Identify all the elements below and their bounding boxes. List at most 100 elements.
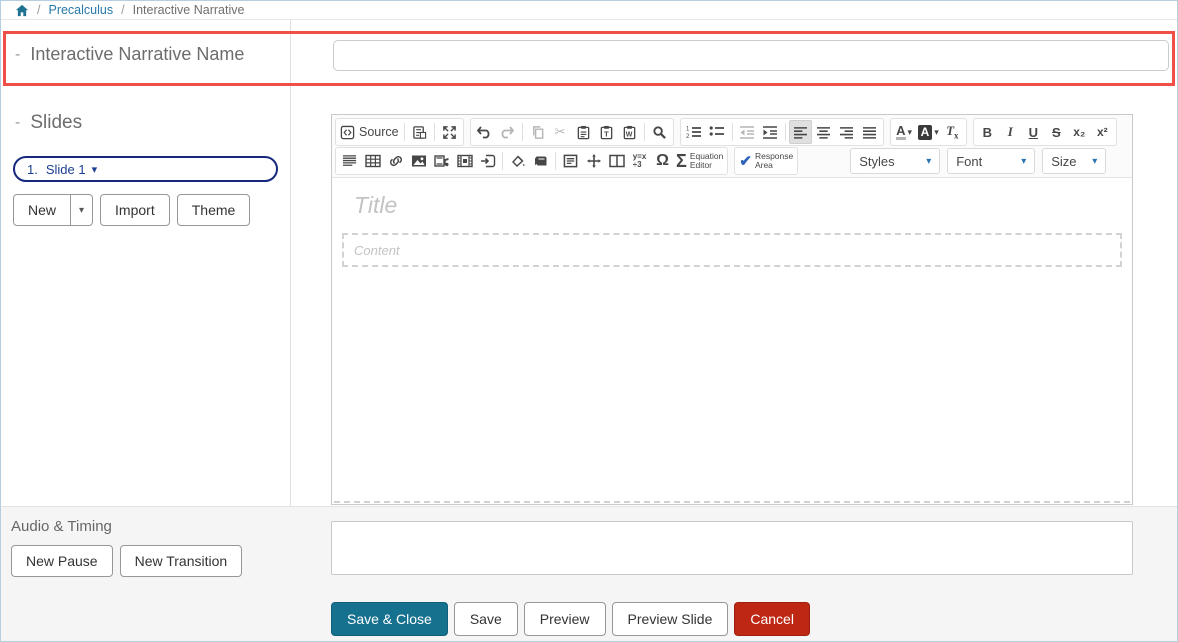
equation-editor-button[interactable]: Σ Equation Editor (674, 149, 725, 173)
main-area: - Slides 1. Slide 1 ▾ New ▾ Import Theme (1, 86, 1177, 506)
image-icon[interactable] (407, 149, 430, 173)
svg-text:1: 1 (686, 127, 690, 133)
bulleted-list-icon[interactable] (706, 120, 729, 144)
text-color-button[interactable]: A ▾ (893, 120, 916, 144)
video-icon[interactable] (453, 149, 476, 173)
interactive-narrative-editor-page: / Precalculus / Interactive Narrative - … (0, 0, 1178, 642)
chevron-down-icon: ▾ (908, 127, 913, 138)
italic-icon[interactable]: I (999, 120, 1022, 144)
new-slide-button[interactable]: New (13, 194, 71, 226)
line-spacing-icon[interactable] (338, 149, 361, 173)
content-dropzone[interactable]: Content (342, 233, 1122, 267)
source-button[interactable]: Source (338, 120, 401, 144)
subscript-icon[interactable]: x₂ (1068, 120, 1091, 144)
source-label: Source (359, 125, 399, 139)
svg-text:T: T (604, 129, 609, 138)
editor-toolbar: Source (332, 115, 1132, 178)
svg-text:W: W (625, 131, 632, 138)
response-area-button[interactable]: ✔ Response Area (737, 149, 795, 173)
outdent-icon[interactable] (736, 120, 759, 144)
paste-text-icon[interactable]: T (595, 120, 618, 144)
align-right-icon[interactable] (835, 120, 858, 144)
maximize-icon[interactable] (438, 120, 461, 144)
audio-timing-title: Audio & Timing (11, 518, 112, 535)
breadcrumb-separator: / (121, 3, 124, 17)
fill-style-icon[interactable] (506, 149, 529, 173)
redo-icon[interactable] (496, 120, 519, 144)
editor-bottom-dropzone (334, 501, 1130, 503)
media-icon[interactable] (430, 149, 453, 173)
remove-format-icon[interactable]: Tx (941, 120, 964, 144)
size-select[interactable]: Size ▾ (1042, 148, 1106, 174)
checkmark-icon: ✔ (739, 152, 752, 170)
import-button[interactable]: Import (100, 194, 170, 226)
preview-button[interactable]: Preview (524, 602, 606, 636)
link-icon[interactable] (384, 149, 407, 173)
theme-button[interactable]: Theme (177, 194, 251, 226)
strikethrough-icon[interactable]: S (1045, 120, 1068, 144)
new-slide-dropdown-button[interactable]: ▾ (71, 194, 93, 226)
home-icon[interactable] (15, 4, 29, 17)
paste-icon[interactable] (572, 120, 595, 144)
styles-select[interactable]: Styles ▾ (850, 148, 940, 174)
div-container-icon[interactable] (559, 149, 582, 173)
save-button[interactable]: Save (454, 602, 518, 636)
mathtype-icon[interactable]: y=x÷3 (628, 149, 651, 173)
svg-text:2: 2 (686, 134, 690, 139)
save-and-close-button[interactable]: Save & Close (331, 602, 448, 636)
copy-icon[interactable] (526, 120, 549, 144)
justify-icon[interactable] (858, 120, 881, 144)
collapse-toggle-icon[interactable]: - (15, 46, 20, 64)
chevron-down-icon: ▾ (92, 163, 98, 176)
sigma-icon: Σ (676, 151, 687, 172)
narrative-name-section: - Interactive Narrative Name (1, 20, 1177, 86)
move-icon[interactable] (582, 149, 605, 173)
slide-item-1[interactable]: 1. Slide 1 ▾ (13, 156, 278, 182)
slide-label: Slide 1 (46, 162, 86, 177)
background-color-icon: A (918, 125, 933, 140)
toolbar-row-2: y=x÷3 Ω Σ Equation Editor (335, 147, 1129, 175)
title-placeholder[interactable]: Title (342, 192, 1122, 219)
find-icon[interactable] (648, 120, 671, 144)
embed-page-icon[interactable] (476, 149, 499, 173)
text-color-icon: A (896, 124, 905, 140)
cut-icon[interactable]: ✂ (549, 120, 572, 144)
audio-timing-section: Audio & Timing New Pause New Transition … (1, 506, 1177, 642)
timeline-track[interactable] (331, 521, 1133, 575)
breadcrumb-link-precalculus[interactable]: Precalculus (48, 3, 113, 17)
align-center-icon[interactable] (812, 120, 835, 144)
new-slide-split-button: New ▾ (13, 194, 93, 226)
narrative-name-input[interactable] (333, 40, 1169, 71)
toolbar-row-1: Source (335, 118, 1129, 146)
bold-icon[interactable]: B (976, 120, 999, 144)
special-char-icon[interactable]: Ω (651, 149, 674, 173)
editor-column: Source (291, 86, 1177, 506)
collapse-toggle-icon[interactable]: - (15, 114, 20, 132)
slides-panel: - Slides 1. Slide 1 ▾ New ▾ Import Theme (1, 86, 291, 506)
breadcrumb-separator: / (37, 3, 40, 17)
preview-slide-button[interactable]: Preview Slide (612, 602, 729, 636)
cancel-button[interactable]: Cancel (734, 602, 810, 636)
breadcrumb-current: Interactive Narrative (133, 3, 245, 17)
editor-content-area[interactable]: Title Content (332, 178, 1132, 504)
templates-icon[interactable] (408, 120, 431, 144)
chevron-down-icon: ▾ (1021, 156, 1026, 167)
font-select[interactable]: Font ▾ (947, 148, 1035, 174)
background-color-button[interactable]: A ▾ (916, 120, 941, 144)
narrative-name-label: Interactive Narrative Name (30, 44, 244, 65)
numbered-list-icon[interactable]: 12 (683, 120, 706, 144)
undo-icon[interactable] (473, 120, 496, 144)
slides-title: Slides (30, 112, 82, 134)
paste-word-icon[interactable]: W (618, 120, 641, 144)
new-pause-button[interactable]: New Pause (11, 545, 113, 577)
columns-icon[interactable] (605, 149, 628, 173)
new-transition-button[interactable]: New Transition (120, 545, 243, 577)
underline-icon[interactable]: U (1022, 120, 1045, 144)
breadcrumb: / Precalculus / Interactive Narrative (1, 1, 1177, 20)
superscript-icon[interactable]: x² (1091, 120, 1114, 144)
indent-icon[interactable] (759, 120, 782, 144)
glossary-book-icon[interactable] (529, 149, 552, 173)
footer-actions: Save & Close Save Preview Preview Slide … (331, 602, 810, 636)
table-icon[interactable] (361, 149, 384, 173)
align-left-icon[interactable] (789, 120, 812, 144)
